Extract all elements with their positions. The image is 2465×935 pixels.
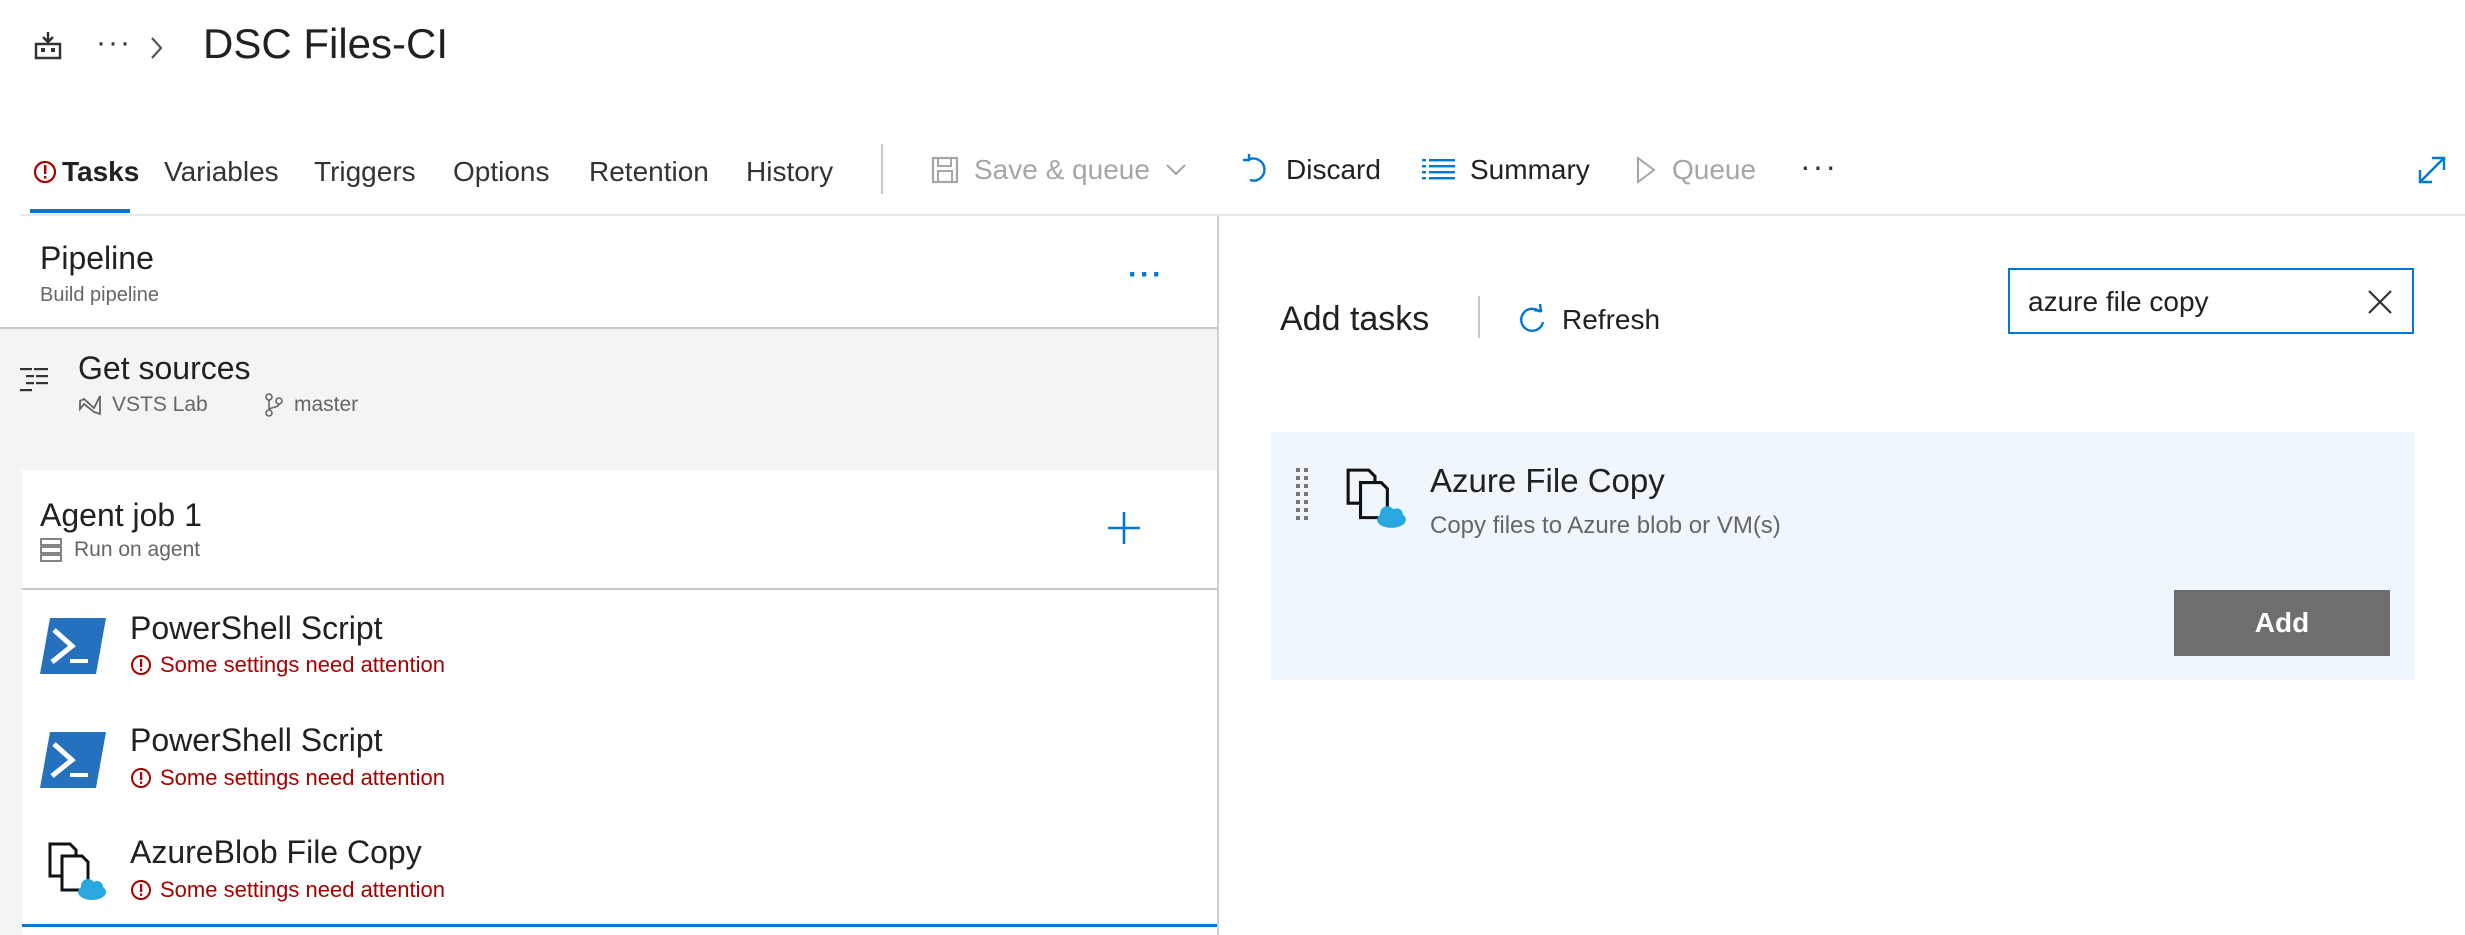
queue-label: Queue [1672, 154, 1757, 185]
task-warning: Some settings need attention [130, 765, 445, 791]
task-row-powershell-2[interactable] [22, 704, 1217, 816]
branch-info: master [264, 393, 358, 417]
save-queue-button[interactable]: Save & queue [930, 150, 1188, 190]
task-warning-text: Some settings need attention [160, 877, 445, 902]
tab-options[interactable]: Options [453, 152, 550, 192]
discard-button[interactable]: Discard [1240, 150, 1381, 190]
get-sources-title: Get sources [78, 350, 251, 386]
active-tab-indicator [30, 209, 130, 213]
panel-divider[interactable] [1217, 216, 1219, 935]
tab-label: Options [453, 156, 550, 187]
add-tasks-divider [1478, 296, 1480, 338]
tab-label: History [746, 156, 834, 187]
add-task-plus-icon[interactable] [1104, 508, 1144, 548]
tab-tasks[interactable]: Tasks [32, 152, 139, 192]
warning-icon [33, 160, 57, 184]
tab-triggers[interactable]: Triggers [314, 152, 416, 192]
task-warning: Some settings need attention [130, 877, 445, 903]
queue-button[interactable]: Queue [1634, 150, 1756, 190]
powershell-icon [40, 732, 106, 788]
server-icon [40, 538, 62, 562]
refresh-label: Refresh [1562, 304, 1661, 335]
discard-label: Discard [1286, 154, 1381, 185]
toolbar-divider [881, 144, 883, 194]
task-search-box[interactable] [2008, 268, 2414, 334]
warning-icon [131, 655, 151, 675]
branch-name: master [294, 393, 359, 416]
play-icon [1637, 156, 1656, 184]
task-name: PowerShell Script [130, 722, 383, 758]
tab-label: Variables [164, 156, 279, 187]
tab-label: Retention [589, 156, 709, 187]
result-description: Copy files to Azure blob or VM(s) [1430, 512, 1781, 539]
list-icon [1422, 159, 1455, 180]
summary-label: Summary [1470, 154, 1590, 185]
build-pipeline-icon[interactable] [32, 30, 64, 62]
summary-button[interactable]: Summary [1422, 150, 1590, 190]
toolbar-more-button[interactable]: ··· [1800, 146, 1838, 186]
warning-icon [131, 880, 151, 900]
result-title: Azure File Copy [1430, 462, 1665, 499]
tab-history[interactable]: History [746, 152, 833, 192]
azure-file-copy-icon [1346, 468, 1406, 528]
pipeline-subtitle: Build pipeline [40, 284, 159, 306]
page-title: DSC Files-CI [203, 20, 449, 67]
tab-variables[interactable]: Variables [164, 152, 279, 192]
pipeline-more-button[interactable]: ··· [1128, 258, 1164, 292]
agent-job-subtitle-text: Run on agent [74, 538, 201, 561]
tab-label: Triggers [314, 156, 416, 187]
task-warning: Some settings need attention [130, 652, 445, 678]
task-name: PowerShell Script [130, 610, 383, 646]
refresh-icon [1520, 304, 1545, 332]
sources-icon [20, 368, 48, 392]
add-button[interactable]: Add [2174, 590, 2390, 656]
chevron-right-icon [151, 37, 163, 59]
save-queue-label: Save & queue [974, 154, 1150, 185]
azure-file-copy-icon [48, 842, 106, 900]
add-tasks-title: Add tasks [1280, 300, 1430, 338]
selected-task-indicator [22, 924, 1217, 927]
warning-icon [131, 768, 151, 788]
task-row-azureblob-file-copy[interactable] [22, 816, 1217, 928]
task-name: AzureBlob File Copy [130, 834, 422, 870]
breadcrumb-overflow-button[interactable]: ··· [96, 26, 132, 60]
agent-job-subtitle: Run on agent [40, 538, 200, 562]
drag-handle-icon[interactable] [1296, 468, 1310, 524]
refresh-button[interactable]: Refresh [1516, 304, 1660, 336]
pipeline-title[interactable]: Pipeline [40, 240, 154, 277]
task-warning-text: Some settings need attention [160, 652, 445, 677]
visual-studio-icon [79, 395, 101, 416]
agent-job-title: Agent job 1 [40, 497, 202, 533]
powershell-icon [40, 618, 106, 674]
tab-label: Tasks [62, 156, 140, 187]
undo-icon [1243, 154, 1266, 182]
header-divider [20, 214, 2465, 216]
task-search-input[interactable] [2028, 282, 2358, 322]
task-warning-text: Some settings need attention [160, 765, 445, 790]
left-gutter [0, 470, 22, 935]
task-row-powershell-1[interactable] [22, 592, 1217, 704]
tab-retention[interactable]: Retention [589, 152, 709, 192]
expand-icon[interactable] [2416, 154, 2448, 186]
repo-name: VSTS Lab [112, 393, 208, 416]
branch-icon [265, 393, 283, 417]
repo-info: VSTS Lab [78, 393, 208, 417]
chevron-down-icon [1166, 164, 1186, 176]
clear-search-icon[interactable] [2366, 288, 2394, 316]
save-icon [931, 156, 959, 184]
